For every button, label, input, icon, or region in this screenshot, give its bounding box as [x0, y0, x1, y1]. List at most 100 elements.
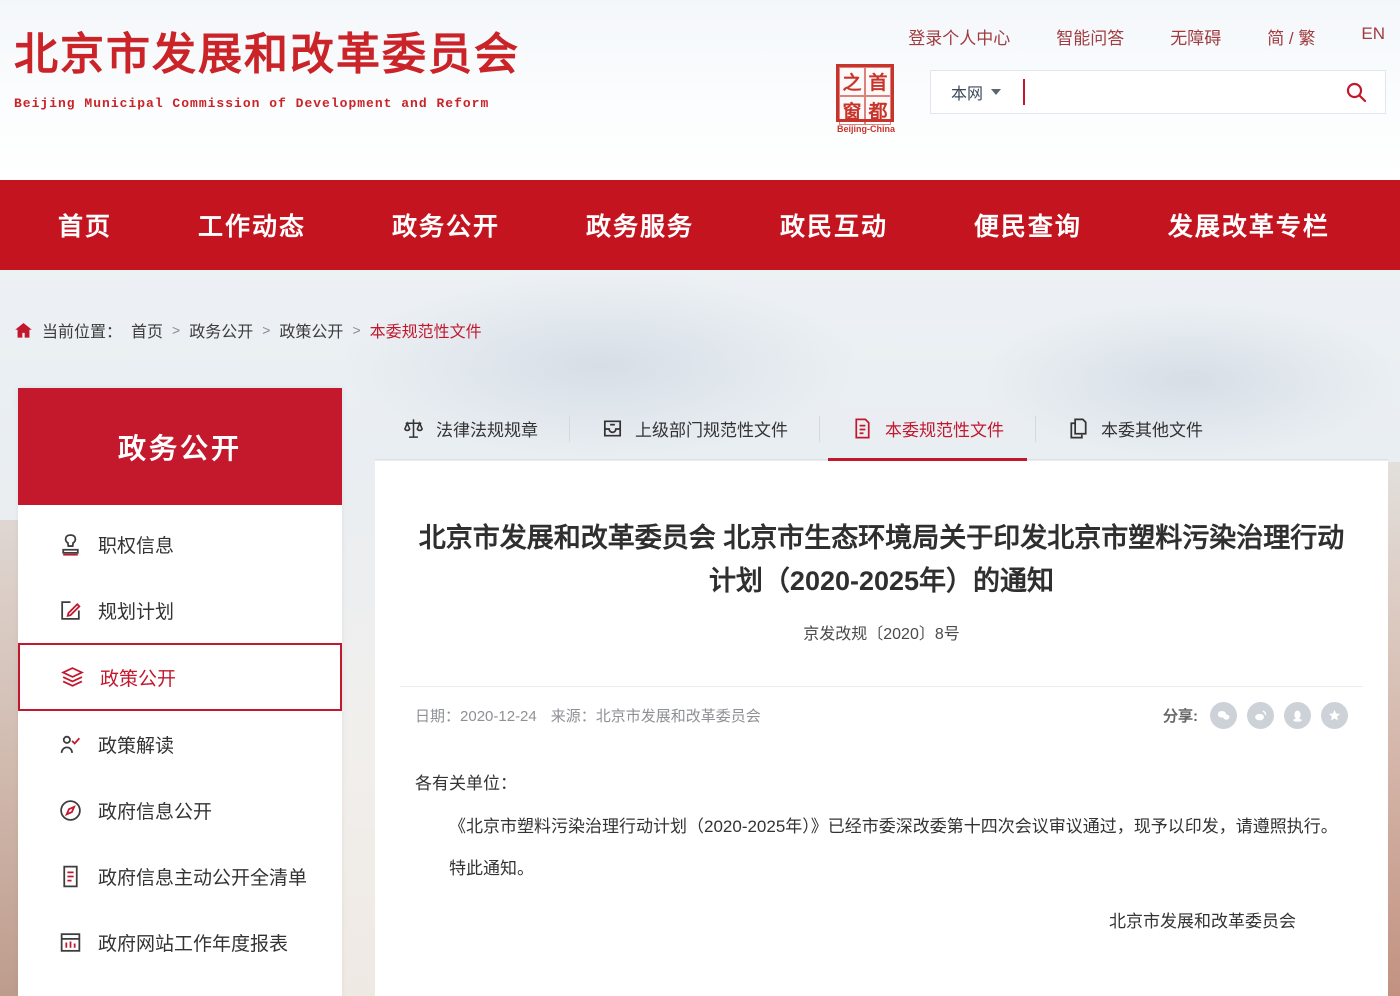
- nav-item-gov-services[interactable]: 政务服务: [586, 207, 694, 243]
- breadcrumb-current: 本委规范性文件: [370, 318, 482, 342]
- interpretation-icon: [58, 732, 83, 757]
- sidebar-item-label: 规划计划: [98, 597, 174, 624]
- compass-icon: [58, 798, 83, 823]
- share-label: 分享:: [1163, 705, 1198, 726]
- nav-item-home[interactable]: 首页: [58, 207, 112, 243]
- nav-item-reform-special-column[interactable]: 发展改革专栏: [1168, 207, 1330, 243]
- body-salutation: 各有关单位：: [415, 763, 1348, 806]
- smart-qa-link[interactable]: 智能问答: [1056, 24, 1124, 49]
- breadcrumb: 当前位置： 首页 > 政务公开 > 政策公开 > 本委规范性文件: [14, 318, 482, 342]
- document-icon: [851, 417, 874, 440]
- search-scope-dropdown[interactable]: 本网: [951, 80, 1001, 104]
- article-date: 2020-12-24: [460, 708, 537, 725]
- top-utility-links: 登录个人中心 智能问答 无障碍 简 / 繁 EN: [908, 24, 1385, 49]
- tab-label: 本委其他文件: [1101, 416, 1203, 441]
- capital-window-seal-icon[interactable]: 之 首 窗 都 Beijing-China: [836, 64, 896, 134]
- qq-icon: [1290, 708, 1305, 723]
- accessibility-link[interactable]: 无障碍: [1170, 24, 1221, 49]
- document-number: 京发改规〔2020〕8号: [415, 620, 1348, 644]
- breadcrumb-separator: >: [262, 322, 270, 338]
- sidebar-item-policy-interpretation[interactable]: 政策解读: [18, 711, 342, 777]
- search-bar: 本网: [930, 70, 1386, 114]
- english-link[interactable]: EN: [1361, 24, 1385, 49]
- background-texture-left: [0, 520, 18, 996]
- sidebar-menu: 职权信息 规划计划 政策公开 政策解读: [18, 505, 342, 996]
- search-input[interactable]: [1025, 73, 1341, 111]
- seal-char: 首: [865, 67, 891, 96]
- share-qzone-button[interactable]: [1321, 702, 1348, 729]
- tab-superior-normative-documents[interactable]: 上级部门规范性文件: [574, 398, 815, 460]
- sidebar-item-label: 政策解读: [98, 731, 174, 758]
- site-logo[interactable]: 北京市发展和改革委员会 Beijing Municipal Commission…: [14, 18, 520, 111]
- body-paragraph: 《北京市塑料污染治理行动计划（2020-2025年）》已经市委深改委第十四次会议…: [415, 806, 1348, 849]
- sidebar-title: 政务公开: [18, 388, 342, 505]
- login-personal-center-link[interactable]: 登录个人中心: [908, 24, 1010, 49]
- breadcrumb-separator: >: [352, 322, 360, 338]
- article-title: 北京市发展和改革委员会 北京市生态环境局关于印发北京市塑料污染治理行动计划（20…: [415, 517, 1348, 603]
- tab-label: 上级部门规范性文件: [635, 416, 788, 441]
- search-scope-label: 本网: [951, 80, 983, 104]
- search-icon: [1344, 80, 1368, 104]
- tab-committee-normative-documents[interactable]: 本委规范性文件: [824, 398, 1031, 460]
- tab-label: 本委规范性文件: [885, 416, 1004, 441]
- chevron-down-icon: [991, 89, 1001, 95]
- simplified-traditional-toggle[interactable]: 简 / 繁: [1267, 24, 1315, 49]
- annual-report-icon: [58, 930, 83, 955]
- inbox-icon: [601, 417, 624, 440]
- tab-divider: [1035, 416, 1036, 442]
- share-wechat-button[interactable]: [1210, 702, 1237, 729]
- sidebar-item-proactive-disclosure-list[interactable]: 政府信息主动公开全清单: [18, 843, 342, 909]
- article-panel: 北京市发展和改革委员会 北京市生态环境局关于印发北京市塑料污染治理行动计划（20…: [375, 461, 1388, 996]
- sidebar-item-policy-disclosure[interactable]: 政策公开: [18, 643, 342, 711]
- article-meta-row: 日期：2020-12-24来源：北京市发展和改革委员会 分享:: [415, 687, 1348, 735]
- breadcrumb-item-home[interactable]: 首页: [131, 318, 163, 342]
- nav-item-public-interaction[interactable]: 政民互动: [780, 207, 888, 243]
- breadcrumb-label: 当前位置：: [42, 318, 122, 342]
- article-source: 北京市发展和改革委员会: [596, 708, 761, 725]
- breadcrumb-item-gov-disclosure[interactable]: 政务公开: [189, 318, 253, 342]
- wechat-icon: [1216, 708, 1231, 723]
- share-weibo-button[interactable]: [1247, 702, 1274, 729]
- breadcrumb-item-policy-disclosure[interactable]: 政策公开: [279, 318, 343, 342]
- document-list-icon: [58, 864, 83, 889]
- nav-item-gov-disclosure[interactable]: 政务公开: [392, 207, 500, 243]
- sidebar-item-authority-info[interactable]: 职权信息: [18, 511, 342, 577]
- seal-char: 都: [865, 96, 891, 125]
- search-button[interactable]: [1341, 77, 1371, 107]
- nav-item-work-trends[interactable]: 工作动态: [198, 207, 306, 243]
- sidebar-item-label: 政府信息主动公开全清单: [98, 863, 307, 890]
- sidebar-item-label: 政府信息公开: [98, 797, 212, 824]
- body-paragraph: 特此通知。: [415, 848, 1348, 891]
- background-texture-right: [1388, 462, 1400, 996]
- sidebar-item-decision-catalog[interactable]: 决策目录: [18, 975, 342, 996]
- body-signoff: 北京市发展和改革委员会: [415, 901, 1348, 944]
- content-tabs: 法律法规规章 上级部门规范性文件 本委规范性文件 本委其他文件: [375, 398, 1388, 460]
- source-label: 来源：: [551, 708, 596, 725]
- share-qq-button[interactable]: [1284, 702, 1311, 729]
- scales-icon: [402, 417, 425, 440]
- tab-laws-regulations[interactable]: 法律法规规章: [375, 398, 565, 460]
- plan-edit-icon: [58, 598, 83, 623]
- sidebar-item-planning[interactable]: 规划计划: [18, 577, 342, 643]
- article-meta: 日期：2020-12-24来源：北京市发展和改革委员会: [415, 705, 761, 726]
- layers-icon: [60, 665, 85, 690]
- tab-divider: [569, 416, 570, 442]
- top-header: 北京市发展和改革委员会 Beijing Municipal Commission…: [0, 0, 1400, 180]
- tab-divider: [819, 416, 820, 442]
- weibo-icon: [1253, 708, 1268, 723]
- share-group: 分享:: [1163, 702, 1348, 729]
- seal-char: 之: [839, 67, 865, 96]
- sidebar-item-gov-info-disclosure[interactable]: 政府信息公开: [18, 777, 342, 843]
- tab-label: 法律法规规章: [436, 416, 538, 441]
- documents-icon: [1067, 417, 1090, 440]
- sidebar: 政务公开 职权信息 规划计划 政策公开: [18, 388, 342, 996]
- qzone-star-icon: [1327, 708, 1342, 723]
- nav-item-convenient-inquiry[interactable]: 便民查询: [974, 207, 1082, 243]
- main-navbar: 首页 工作动态 政务公开 政务服务 政民互动 便民查询 发展改革专栏: [0, 180, 1400, 270]
- sidebar-item-website-annual-report[interactable]: 政府网站工作年度报表: [18, 909, 342, 975]
- breadcrumb-separator: >: [172, 322, 180, 338]
- seal-caption: Beijing-China: [836, 124, 896, 134]
- page-root: 北京市发展和改革委员会 Beijing Municipal Commission…: [0, 0, 1400, 996]
- tab-committee-other-documents[interactable]: 本委其他文件: [1040, 398, 1230, 460]
- article-body: 各有关单位： 《北京市塑料污染治理行动计划（2020-2025年）》已经市委深改…: [415, 763, 1348, 943]
